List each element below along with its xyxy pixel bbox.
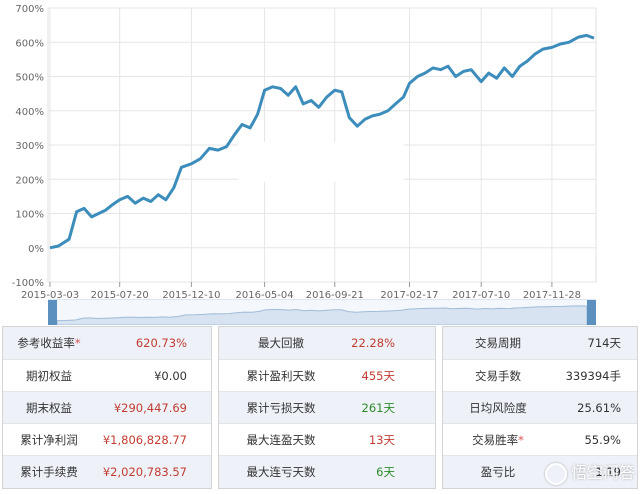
stat-row: 期初权益 ¥0.00: [3, 359, 211, 392]
stat-label: 累计亏损天数: [219, 392, 343, 424]
stats-panel-days: 最大回撤 22.28% 累计盈利天数 455天 累计亏损天数 261天 最大连盈天数 13天最…: [218, 326, 436, 489]
stat-row: 期末权益 ¥290,447.69: [3, 391, 211, 424]
stat-row: 日均风险度 25.61%: [443, 391, 637, 424]
stat-label-text: 累计净利润: [20, 433, 78, 447]
redaction-box: [238, 142, 404, 182]
stat-value: 339394手: [565, 369, 621, 383]
stat-label: 最大连亏天数: [219, 456, 343, 488]
stat-label: 最大连盈天数: [219, 424, 343, 456]
stat-label-text: 最大连亏天数: [246, 465, 316, 479]
stat-label-text: 日均风险度: [469, 401, 527, 415]
stat-row: 最大连盈天数 13天: [219, 423, 435, 456]
watermark-text: 悟空问答: [570, 463, 635, 482]
stat-row: 最大回撤 22.28%: [219, 327, 435, 359]
navigator-mini-series: [56, 305, 588, 325]
stat-label-text: 交易胜率: [472, 433, 519, 447]
y-tick-label: -100%: [12, 278, 44, 289]
stat-row: 交易胜率* 55.9%: [443, 423, 637, 456]
stat-value: ¥1,806,828.77: [102, 433, 187, 447]
stat-label-text: 交易手数: [475, 369, 521, 383]
stat-value: ¥2,020,783.57: [102, 465, 187, 479]
stat-value: 261天: [361, 401, 395, 415]
stat-row: 累计手续费 ¥2,020,783.57: [3, 455, 211, 488]
stat-value: 13天: [368, 433, 395, 447]
stat-label-text: 参考收益率: [17, 336, 75, 350]
stat-label: 日均风险度: [443, 392, 553, 424]
y-axis-ticks: -100% 0% 100% 200% 300% 400% 500% 600% 700%: [12, 4, 44, 289]
y-tick-label: 300%: [15, 141, 44, 152]
y-tick-label: 0%: [28, 244, 44, 255]
stat-value: 6天: [376, 465, 395, 479]
stat-value: ¥290,447.69: [113, 401, 187, 415]
range-navigator[interactable]: [48, 299, 596, 325]
stat-label: 累计手续费: [3, 456, 95, 488]
stat-value: 714天: [587, 336, 621, 350]
stat-label: 期末权益: [3, 392, 95, 424]
stat-value: ¥0.00: [154, 369, 187, 383]
navigator-left-handle[interactable]: [48, 300, 57, 325]
stat-row: 累计亏损天数 261天: [219, 391, 435, 424]
stat-value: 455天: [361, 369, 395, 383]
stat-label: 交易手数: [443, 360, 553, 392]
stat-row: 交易周期 714天: [443, 327, 637, 359]
stat-value: 25.61%: [577, 401, 621, 415]
stat-value: 620.73%: [135, 336, 187, 350]
stat-row: 累计盈利天数 455天: [219, 359, 435, 392]
stat-label-text: 期初权益: [26, 369, 72, 383]
y-tick-label: 700%: [15, 4, 44, 15]
stat-row: 累计净利润 ¥1,806,828.77: [3, 423, 211, 456]
watermark-logo-icon: [544, 462, 567, 485]
y-tick-label: 100%: [15, 210, 44, 221]
stat-label-text: 最大连盈天数: [246, 433, 316, 447]
y-tick-label: 200%: [15, 175, 44, 186]
stat-label: 累计净利润: [3, 424, 95, 456]
stat-row: 最大连亏天数 6天: [219, 455, 435, 488]
stat-label: 累计盈利天数: [219, 360, 343, 392]
y-tick-label: 400%: [15, 107, 44, 118]
y-tick-label: 600%: [15, 38, 44, 49]
stat-value: 55.9%: [584, 433, 621, 447]
navigator-area: [56, 305, 588, 325]
stat-asterisk: *: [518, 433, 524, 447]
equity-chart: -100%0%100%200%300%400%500%600%700% 2015…: [12, 4, 597, 300]
stat-label-text: 最大回撤: [258, 336, 304, 350]
stat-label: 期初权益: [3, 360, 95, 392]
stat-label: 交易胜率*: [443, 424, 553, 456]
stats-panel-returns: 参考收益率* 620.73% 期初权益 ¥0.00 期末权益 ¥290,447.69 累计净…: [2, 326, 212, 489]
stat-label-text: 累计手续费: [20, 465, 78, 479]
stat-row: 参考收益率* 620.73%: [3, 327, 211, 359]
stat-asterisk: *: [74, 336, 81, 350]
stat-label-text: 累计盈利天数: [246, 369, 316, 383]
stat-label: 交易周期: [443, 327, 553, 359]
navigator-right-handle[interactable]: [587, 300, 596, 325]
stat-label-text: 交易周期: [475, 336, 521, 350]
watermark: 悟空问答: [507, 458, 635, 488]
stat-label: 参考收益率*: [3, 327, 95, 359]
stat-label: 最大回撤: [219, 327, 343, 359]
stat-row: 交易手数 339394手: [443, 359, 637, 392]
stat-label-text: 期末权益: [26, 401, 72, 415]
stat-label-text: 累计亏损天数: [246, 401, 316, 415]
stat-value: 22.28%: [351, 336, 395, 350]
y-tick-label: 500%: [15, 73, 44, 84]
